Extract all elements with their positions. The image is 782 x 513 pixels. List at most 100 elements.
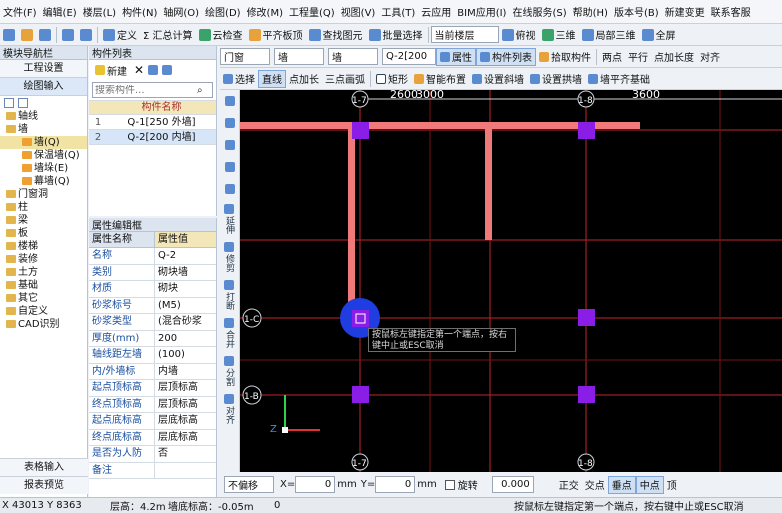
pick-component-button[interactable]: 拾取构件 [536, 48, 594, 66]
vertical-tool-button[interactable]: 延伸 [220, 200, 238, 238]
property-row[interactable]: 名称 Q-2 [89, 248, 216, 265]
flush-base-button[interactable]: 墙平齐基础 [585, 70, 653, 88]
column-active[interactable] [352, 310, 369, 327]
vertical-tool-button[interactable]: 对齐 [220, 390, 238, 428]
select-tool-icon[interactable] [220, 90, 239, 112]
property-value[interactable]: 否 [155, 446, 216, 462]
property-row[interactable]: 轴线距左墙 (100) [89, 347, 216, 364]
collapse-icon[interactable] [18, 98, 28, 108]
table-input-tab[interactable]: 表格输入 [0, 458, 88, 476]
parallel-button[interactable]: 平行 [625, 48, 651, 66]
property-row[interactable]: 起点顶标高 层顶标高 [89, 380, 216, 397]
column[interactable] [352, 122, 369, 139]
fullscreen-button[interactable]: 全屏 [639, 26, 679, 44]
tree-item[interactable]: 梁 [0, 214, 87, 227]
property-row[interactable]: 起点底标高 层底标高 [89, 413, 216, 430]
menu-item[interactable]: 工具(T) [378, 4, 418, 19]
select-button[interactable]: 选择 [220, 70, 258, 88]
report-preview-tab[interactable]: 报表预览 [0, 476, 88, 494]
menu-item[interactable]: 轴网(O) [160, 4, 202, 19]
menu-item[interactable]: 在线服务(S) [509, 4, 569, 19]
wall-left[interactable] [348, 122, 355, 318]
tree-item[interactable]: 门窗洞 [0, 188, 87, 201]
copy-icon[interactable] [148, 65, 159, 75]
align-top-button[interactable]: 平齐板顶 [246, 26, 306, 44]
new-button[interactable] [0, 26, 18, 44]
tree-item[interactable]: CAD识别 [0, 318, 87, 331]
property-row[interactable]: 厚度(mm) 200 [89, 330, 216, 347]
define-button[interactable]: 定义 [100, 26, 140, 44]
tree-item[interactable]: 墙 [0, 123, 87, 136]
menu-item[interactable]: 视图(V) [338, 4, 379, 19]
move-tool-icon[interactable] [220, 134, 239, 156]
tree-item[interactable]: 保温墙(Q) [0, 149, 87, 162]
vertical-tool-button[interactable]: 打断 [220, 276, 238, 314]
component-search-input[interactable] [93, 84, 197, 96]
save-button[interactable] [36, 26, 54, 44]
menu-item[interactable]: 楼层(L) [80, 4, 119, 19]
column[interactable] [352, 386, 369, 403]
type-select[interactable]: 墙 [274, 48, 324, 65]
tree-item[interactable]: 幕墙(Q) [0, 175, 87, 188]
menu-item[interactable]: 文件(F) [0, 4, 40, 19]
drawing-svg[interactable]: 2600 3000 3600 1-7 1-8 1-7 1-8 1-C 1-B Z [240, 90, 782, 472]
vertical-tool-button[interactable]: 修剪 [220, 238, 238, 276]
redo-button[interactable] [77, 26, 95, 44]
arc-button[interactable]: 三点画弧 [322, 70, 368, 88]
property-value[interactable]: 内墙 [155, 363, 216, 379]
menu-item[interactable]: 构件(N) [119, 4, 160, 19]
local-3d-button[interactable]: 局部三维 [579, 26, 639, 44]
menu-item[interactable]: 版本号(B) [611, 4, 662, 19]
property-row[interactable]: 砂浆类型 (混合砂浆 [89, 314, 216, 331]
drawing-canvas[interactable]: 2600 3000 3600 1-7 1-8 1-7 1-8 1-C 1-B Z… [240, 90, 782, 472]
mirror-tool-icon[interactable] [220, 178, 239, 200]
property-value[interactable]: 层底标高 [155, 413, 216, 429]
property-value[interactable]: 层底标高 [155, 429, 216, 445]
ortho-button[interactable]: 正交 [556, 476, 582, 494]
property-value[interactable]: 层顶标高 [155, 380, 216, 396]
tree-item[interactable]: 土方 [0, 266, 87, 279]
property-value[interactable]: 200 [155, 330, 216, 346]
offset-mode-select[interactable]: 不偏移 [224, 476, 274, 493]
add-length-button[interactable]: 点加长 [286, 70, 322, 88]
copy-tool-icon[interactable] [220, 112, 239, 134]
midpoint-button[interactable]: 中点 [635, 475, 664, 494]
floor-select[interactable]: 当前楼层 [430, 26, 499, 43]
property-row[interactable]: 砂浆标号 (M5) [89, 297, 216, 314]
tree-item[interactable]: 板 [0, 227, 87, 240]
menu-item[interactable]: 修改(M) [244, 4, 286, 19]
properties-button[interactable]: 属性 [436, 47, 476, 66]
property-value[interactable]: (100) [155, 347, 216, 363]
property-value[interactable]: (M5) [155, 297, 216, 313]
arch-wall-button[interactable]: 设置拱墙 [527, 70, 585, 88]
property-row[interactable]: 备注 [89, 462, 216, 479]
search-icon[interactable]: ⌕ [197, 85, 203, 96]
cloud-check-button[interactable]: 云检查 [196, 26, 246, 44]
x-input[interactable]: 0 [295, 476, 336, 493]
component-row[interactable]: 2 Q-2[200 内墙] [89, 130, 216, 145]
component-select[interactable]: Q-2[200 [382, 48, 436, 65]
rect-button[interactable]: 矩形 [373, 70, 411, 88]
rotate-tool-icon[interactable] [220, 156, 239, 178]
tree-item[interactable]: 柱 [0, 201, 87, 214]
property-value[interactable]: 砌块墙 [155, 264, 216, 280]
batch-select-button[interactable]: 批量选择 [366, 26, 426, 44]
menu-item[interactable]: 帮助(H) [570, 4, 611, 19]
property-row[interactable]: 类别 砌块墙 [89, 264, 216, 281]
project-settings-tab[interactable]: 工程设置 [0, 60, 87, 78]
tree-item[interactable]: 楼梯 [0, 240, 87, 253]
component-row[interactable]: 1 Q-1[250 外墙] [89, 115, 216, 130]
menu-item[interactable]: 新建变更 [662, 4, 708, 19]
new-component-button[interactable]: 新建 [92, 61, 130, 79]
offset-length-button[interactable]: 点加长度 [651, 48, 697, 66]
column[interactable] [578, 122, 595, 139]
undo-button[interactable] [59, 26, 77, 44]
vertical-tool-button[interactable]: 分割 [220, 352, 238, 390]
tree-item[interactable]: 其它 [0, 292, 87, 305]
wall-mid[interactable] [485, 122, 492, 240]
tree-item[interactable]: 墙(Q) [0, 136, 87, 149]
category-select[interactable]: 门窗 [220, 48, 270, 65]
property-row[interactable]: 终点顶标高 层顶标高 [89, 396, 216, 413]
open-button[interactable] [18, 26, 36, 44]
property-row[interactable]: 内/外墙标 内墙 [89, 363, 216, 380]
